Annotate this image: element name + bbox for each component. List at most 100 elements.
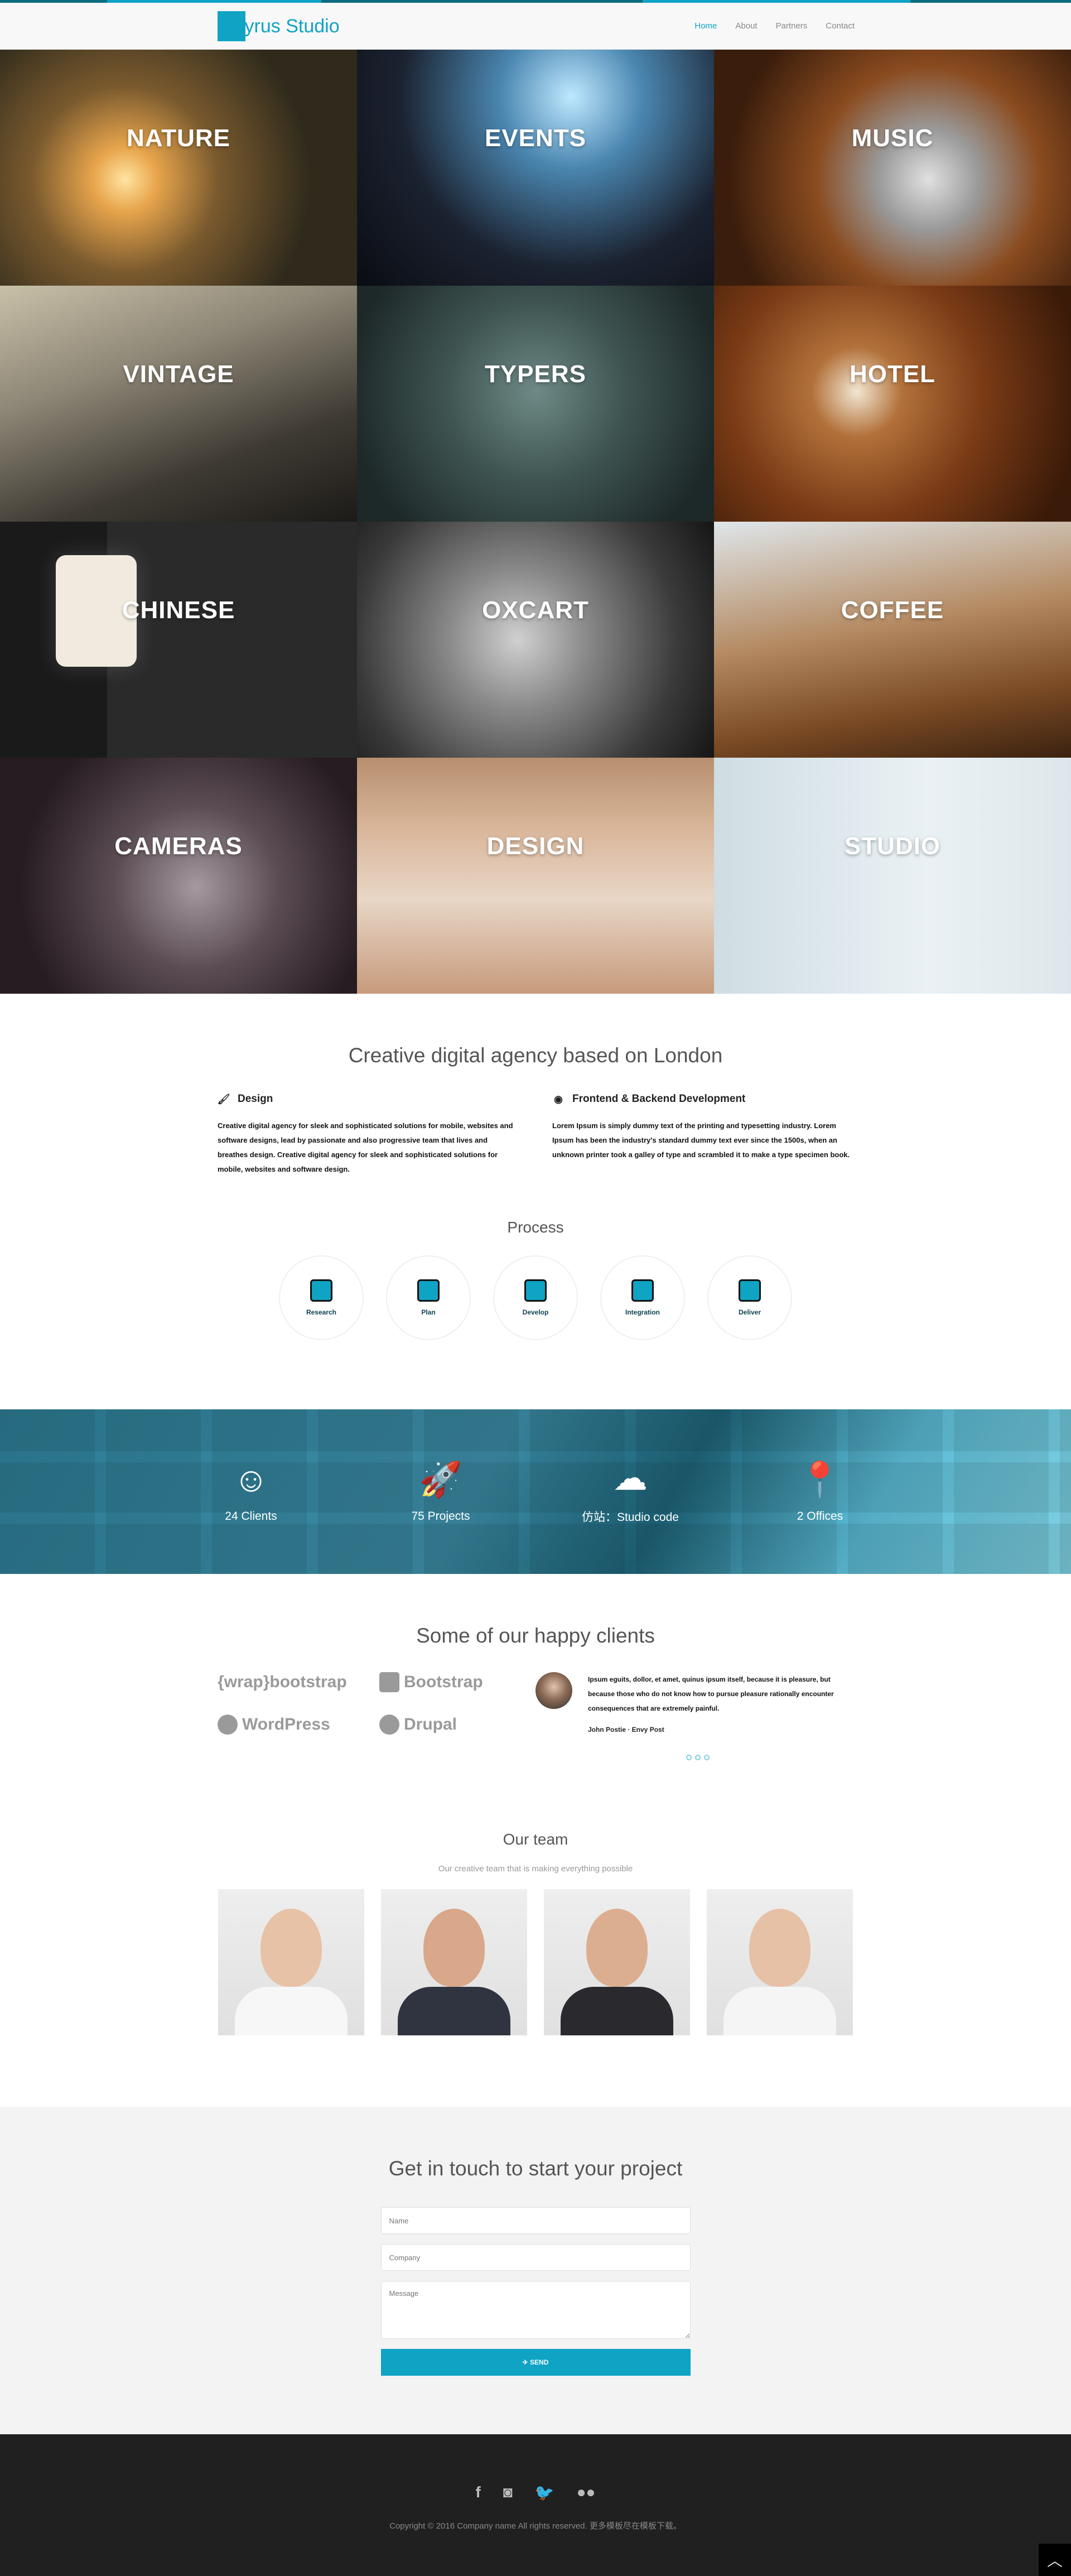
service-development: ◉ Frontend & Backend Development Lorem I… xyxy=(552,1093,853,1177)
process-step: Develop xyxy=(493,1255,578,1340)
step-label: Research xyxy=(306,1308,337,1316)
research-icon xyxy=(310,1279,332,1302)
service-title: Frontend & Backend Development xyxy=(572,1093,746,1105)
tile-label: CHINESE xyxy=(122,596,235,624)
name-field[interactable] xyxy=(380,2207,691,2234)
tile-cameras[interactable]: CAMERAS xyxy=(0,758,357,994)
tile-label: MUSIC xyxy=(851,124,934,152)
portfolio-grid: NATURE EVENTS MUSIC VINTAGE TYPERS HOTEL… xyxy=(0,50,1071,994)
agency-section: Creative digital agency based on London … xyxy=(0,994,1071,1409)
tile-typers[interactable]: TYPERS xyxy=(357,286,714,522)
member-body xyxy=(723,1987,836,2035)
avatar xyxy=(536,1672,572,1709)
member-body xyxy=(561,1987,673,2035)
tile-design[interactable]: DESIGN xyxy=(357,758,714,994)
send-button[interactable]: ✈ SEND xyxy=(380,2349,691,2376)
navbar: Cyrus Studio Home About Partners Contact xyxy=(0,0,1071,50)
map-pin-icon: 📍 xyxy=(798,1460,842,1499)
nav-contact[interactable]: Contact xyxy=(826,21,855,31)
logo-text: WordPress xyxy=(242,1715,330,1734)
carousel-dot[interactable] xyxy=(686,1755,692,1760)
tile-label: OXCART xyxy=(482,596,589,624)
flickr-icon[interactable]: ●● xyxy=(577,2483,596,2502)
nav-about[interactable]: About xyxy=(735,21,757,31)
tile-label: COFFEE xyxy=(841,596,944,624)
member-face xyxy=(749,1909,811,1987)
logo-text: Bootstrap xyxy=(404,1673,483,1691)
process-steps: Research Plan Develop Integration Delive… xyxy=(0,1255,1071,1340)
client-logos: {wrap}bootstrap Bootstrap WordPress Drup… xyxy=(218,1672,536,1735)
tile-coffee[interactable]: COFFEE xyxy=(714,522,1071,758)
carousel-dot[interactable] xyxy=(695,1755,701,1760)
member-face xyxy=(260,1909,322,1987)
member-body xyxy=(235,1987,348,2035)
clients-section: Some of our happy clients {wrap}bootstra… xyxy=(0,1574,1071,1803)
stat-download: ☁ 仿站：Studio code xyxy=(575,1459,686,1525)
message-field[interactable] xyxy=(380,2281,691,2339)
nav-home[interactable]: Home xyxy=(694,21,717,31)
step-label: Deliver xyxy=(738,1308,761,1316)
cloud-upload-icon xyxy=(739,1279,761,1302)
process-title: Process xyxy=(507,1219,564,1236)
process-step: Deliver xyxy=(707,1255,792,1340)
stats-band: ☺ 24 Clients 🚀 75 Projects ☁ 仿站：Studio code… xyxy=(0,1409,1071,1574)
magic-wand-icon xyxy=(631,1279,654,1302)
brand-logo[interactable]: Cyrus Studio xyxy=(218,11,340,41)
service-heading: 🖌 Design xyxy=(218,1093,519,1105)
team-member-photo xyxy=(218,1889,364,2035)
code-icon: ◉ xyxy=(554,1093,563,1105)
team-title: Our team xyxy=(503,1831,568,1848)
service-text: Creative digital agency for sleek and so… xyxy=(218,1121,513,1173)
step-label: Integration xyxy=(625,1308,660,1316)
member-face xyxy=(423,1909,485,1987)
contact-title: Get in touch to start your project xyxy=(388,2157,683,2180)
tile-events[interactable]: EVENTS xyxy=(357,50,714,286)
tile-vintage[interactable]: VINTAGE xyxy=(0,286,357,522)
footer: f ◙ 🐦 ●● Copyright © 2016 Company name A… xyxy=(0,2434,1071,2576)
nav-partners[interactable]: Partners xyxy=(776,21,808,31)
stat-projects: 🚀 75 Projects xyxy=(385,1461,496,1523)
company-field[interactable] xyxy=(380,2244,691,2271)
team-member-photo xyxy=(544,1889,690,2035)
tile-oxcart[interactable]: OXCART xyxy=(357,522,714,758)
wordpress-icon xyxy=(218,1715,238,1735)
stat-label: 仿站：Studio code xyxy=(582,1510,679,1524)
chevron-up-icon: ︿ xyxy=(1046,2552,1063,2569)
contact-section: Get in touch to start your project ✈ SEN… xyxy=(0,2107,1071,2434)
copyright: Copyright © 2016 Company name All rights… xyxy=(389,2521,682,2531)
client-logo: Drupal xyxy=(379,1715,541,1735)
back-to-top-button[interactable]: ︿ xyxy=(1039,2544,1071,2576)
drupal-icon xyxy=(379,1715,399,1735)
service-design: 🖌 Design Creative digital agency for sle… xyxy=(218,1093,519,1177)
stat-label: 75 Projects xyxy=(411,1509,470,1523)
instagram-icon[interactable]: ◙ xyxy=(503,2483,513,2502)
team-members xyxy=(0,1889,1071,2035)
stat-clients: ☺ 24 Clients xyxy=(195,1461,307,1523)
tile-chinese[interactable]: CHINESE xyxy=(0,522,357,758)
tile-label: EVENTS xyxy=(484,124,587,152)
stat-label: 2 Offices xyxy=(797,1509,843,1523)
tile-label: STUDIO xyxy=(844,832,941,860)
team-member-photo xyxy=(707,1889,853,2035)
tile-label: DESIGN xyxy=(486,832,585,860)
facebook-icon[interactable]: f xyxy=(476,2483,481,2502)
tile-hotel[interactable]: HOTEL xyxy=(714,286,1071,522)
cloud-download-icon: ☁ xyxy=(613,1458,648,1498)
database-icon xyxy=(524,1279,547,1302)
brand-name: Cyrus Studio xyxy=(231,15,340,37)
puzzle-icon xyxy=(417,1279,440,1302)
twitter-icon[interactable]: 🐦 xyxy=(535,2483,554,2502)
rocket-icon: 🚀 xyxy=(419,1460,462,1499)
tile-studio[interactable]: STUDIO xyxy=(714,758,1071,994)
client-logo: WordPress xyxy=(218,1715,379,1735)
team-member-photo xyxy=(381,1889,527,2035)
carousel-dot[interactable] xyxy=(704,1755,710,1760)
stat-label: 24 Clients xyxy=(225,1509,277,1523)
tile-label: HOTEL xyxy=(849,360,936,388)
logo-text: {wrap}bootstrap xyxy=(218,1673,347,1691)
clients-row: {wrap}bootstrap Bootstrap WordPress Drup… xyxy=(218,1672,853,1735)
tile-nature[interactable]: NATURE xyxy=(0,50,357,286)
tile-music[interactable]: MUSIC xyxy=(714,50,1071,286)
tile-label: NATURE xyxy=(126,124,231,152)
paint-brush-icon: 🖌 xyxy=(217,1093,230,1105)
